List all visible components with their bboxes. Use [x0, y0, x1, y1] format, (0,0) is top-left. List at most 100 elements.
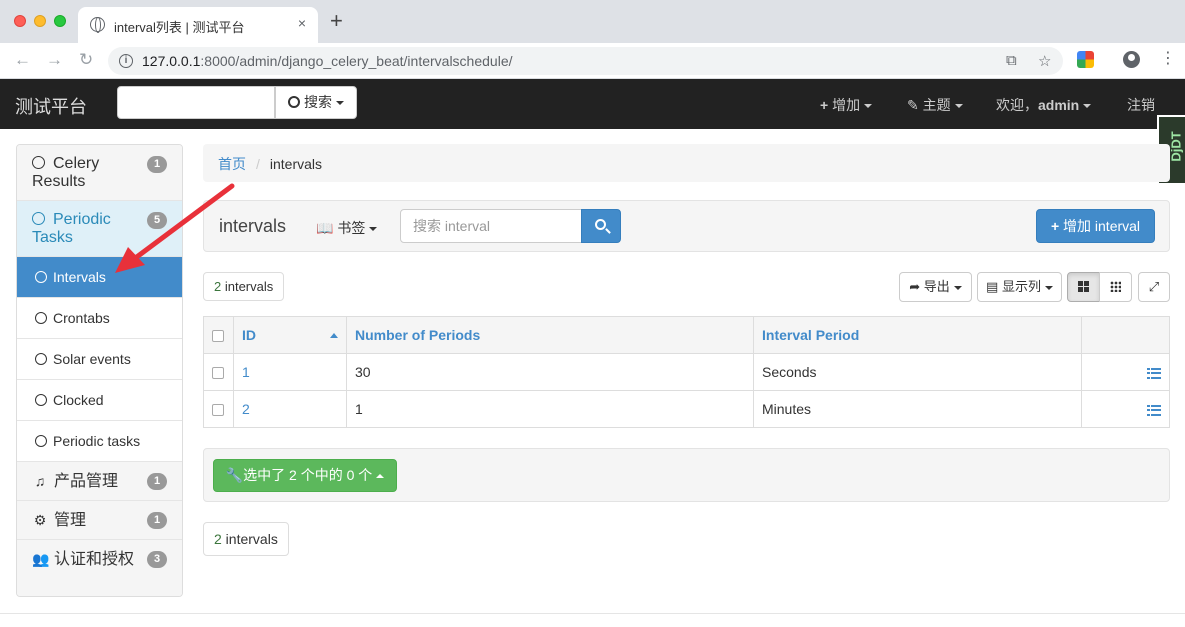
columns-icon: ▤: [986, 279, 999, 294]
book-icon: 📖: [316, 220, 334, 236]
add-interval-button[interactable]: + 增加 interval: [1036, 209, 1155, 243]
bulk-action-button[interactable]: 🔧选中了 2 个中的 0 个: [213, 459, 397, 492]
caret-down-icon: [864, 104, 873, 109]
th-large-icon: [1078, 281, 1089, 292]
row-id-link[interactable]: 1: [242, 364, 250, 380]
star-icon[interactable]: ☆: [1038, 52, 1051, 70]
layout-compact-button[interactable]: [1099, 272, 1132, 302]
globe-icon: [90, 17, 105, 33]
count-badge: 1: [147, 512, 167, 529]
caret-down-icon: [1044, 285, 1053, 290]
sidebar-item-intervals[interactable]: Intervals: [17, 257, 182, 298]
select-all-checkbox[interactable]: [212, 330, 224, 343]
navbar-user-menu[interactable]: 欢迎，admin: [996, 95, 1092, 115]
reload-icon[interactable]: ↻: [79, 51, 93, 69]
caret-down-icon: [369, 227, 378, 232]
column-header-id[interactable]: ID: [233, 316, 347, 354]
tab-close-icon[interactable]: ×: [298, 15, 306, 31]
caret-down-icon: [953, 285, 962, 290]
layout-large-button[interactable]: [1067, 272, 1100, 302]
circle-icon: [32, 156, 45, 169]
bulk-action-bar: 🔧选中了 2 个中的 0 个: [203, 448, 1170, 502]
circle-icon: [35, 271, 47, 283]
breadcrumb-home-link[interactable]: 首页: [218, 156, 246, 172]
extension-icon[interactable]: [1077, 51, 1094, 68]
search-button[interactable]: [581, 209, 621, 243]
window-close-button[interactable]: [14, 15, 26, 27]
back-icon[interactable]: ←: [14, 51, 31, 69]
sidebar-group-product[interactable]: ♫ 产品管理 1: [17, 462, 182, 501]
columns-dropdown[interactable]: ▤ 显示列: [977, 272, 1062, 302]
table-row: 2 1 Minutes: [203, 390, 1170, 428]
plus-icon: +: [820, 97, 829, 113]
share-icon: ➦: [909, 279, 921, 294]
navbar-theme-menu[interactable]: ✎ 主题: [907, 95, 963, 115]
sidebar-item-solar-events[interactable]: Solar events: [17, 339, 182, 380]
caret-down-icon: [336, 101, 344, 106]
cog-icon: ⚙: [33, 512, 47, 528]
count-badge: 3: [147, 551, 167, 568]
search-input[interactable]: [400, 209, 582, 243]
cell-number-of-periods: 30: [346, 353, 754, 391]
list-icon[interactable]: [1147, 367, 1161, 379]
breadcrumb-current: intervals: [269, 156, 323, 172]
brand-title[interactable]: 测试平台: [15, 93, 87, 119]
count-badge: 1: [147, 156, 167, 173]
search-icon: [595, 219, 606, 230]
sidebar-item-periodic-tasks[interactable]: Periodic tasks: [17, 421, 182, 462]
sidebar-group-periodic-tasks[interactable]: Periodic Tasks 5: [17, 201, 182, 257]
sidebar-item-clocked[interactable]: Clocked: [17, 380, 182, 421]
window-zoom-button[interactable]: [54, 15, 66, 27]
caret-up-icon: [376, 474, 385, 479]
logout-link[interactable]: 注销: [1127, 95, 1155, 115]
address-bar: ← → ↻ i 127.0.0.1:8000/admin/django_cele…: [0, 43, 1185, 79]
fullscreen-button[interactable]: ⤢: [1138, 272, 1170, 302]
cell-interval-period: Seconds: [753, 353, 1082, 391]
top-navbar: 测试平台 搜索 + 增加 ✎ 主题 欢迎，admin 注销: [0, 79, 1185, 129]
window-minimize-button[interactable]: [34, 15, 46, 27]
profile-icon[interactable]: [1123, 51, 1140, 68]
footer-results-count: 2 intervals: [203, 522, 289, 556]
sidebar-group-auth[interactable]: 👥 认证和授权 3: [17, 540, 182, 596]
navbar-add-menu[interactable]: + 增加: [820, 95, 873, 115]
export-dropdown[interactable]: ➦ 导出: [899, 272, 972, 302]
table-header-row: ID Number of Periods Interval Period: [203, 316, 1170, 354]
row-checkbox[interactable]: [212, 404, 224, 417]
circle-icon: [35, 312, 47, 324]
plus-icon: +: [1050, 218, 1060, 234]
global-search-button[interactable]: 搜索: [275, 86, 357, 119]
users-icon: 👥: [32, 551, 50, 567]
circle-icon: [35, 435, 47, 447]
forward-icon[interactable]: →: [46, 51, 63, 69]
caret-down-icon: [954, 104, 963, 109]
table-row: 1 30 Seconds: [203, 353, 1170, 391]
list-icon[interactable]: [1147, 404, 1161, 416]
new-tab-button[interactable]: +: [330, 10, 343, 32]
results-table: ID Number of Periods Interval Period 1 3…: [203, 316, 1170, 428]
bookmark-dropdown[interactable]: 📖 书签: [316, 218, 378, 238]
browser-menu-icon[interactable]: ⋮: [1160, 50, 1176, 68]
select-all-cell: [203, 316, 234, 354]
sidebar: Celery Results 1 Periodic Tasks 5 Interv…: [16, 144, 183, 597]
column-header-number-of-periods[interactable]: Number of Periods: [346, 316, 754, 354]
column-header-interval-period[interactable]: Interval Period: [753, 316, 1082, 354]
wrench-icon: 🔧: [225, 467, 244, 483]
row-id-link[interactable]: 2: [242, 401, 250, 417]
info-icon[interactable]: i: [119, 54, 133, 68]
row-checkbox[interactable]: [212, 367, 224, 380]
count-badge: 1: [147, 473, 167, 490]
translate-icon[interactable]: ⧉: [1006, 52, 1017, 69]
sidebar-group-celery-results[interactable]: Celery Results 1: [17, 145, 182, 201]
pencil-icon: ✎: [907, 97, 919, 113]
sidebar-item-crontabs[interactable]: Crontabs: [17, 298, 182, 339]
global-search-input[interactable]: [117, 86, 275, 119]
page-title: intervals: [219, 216, 287, 236]
sidebar-group-admin[interactable]: ⚙ 管理 1: [17, 501, 182, 540]
circle-icon: [35, 394, 47, 406]
browser-tab[interactable]: interval列表 | 测试平台 ×: [78, 7, 318, 43]
sort-asc-icon: [330, 333, 338, 338]
results-count: 2 intervals: [203, 272, 285, 301]
url-text: 127.0.0.1:8000/admin/django_celery_beat/…: [142, 53, 513, 69]
url-field[interactable]: i 127.0.0.1:8000/admin/django_celery_bea…: [108, 47, 1063, 75]
search-icon: [288, 96, 300, 108]
